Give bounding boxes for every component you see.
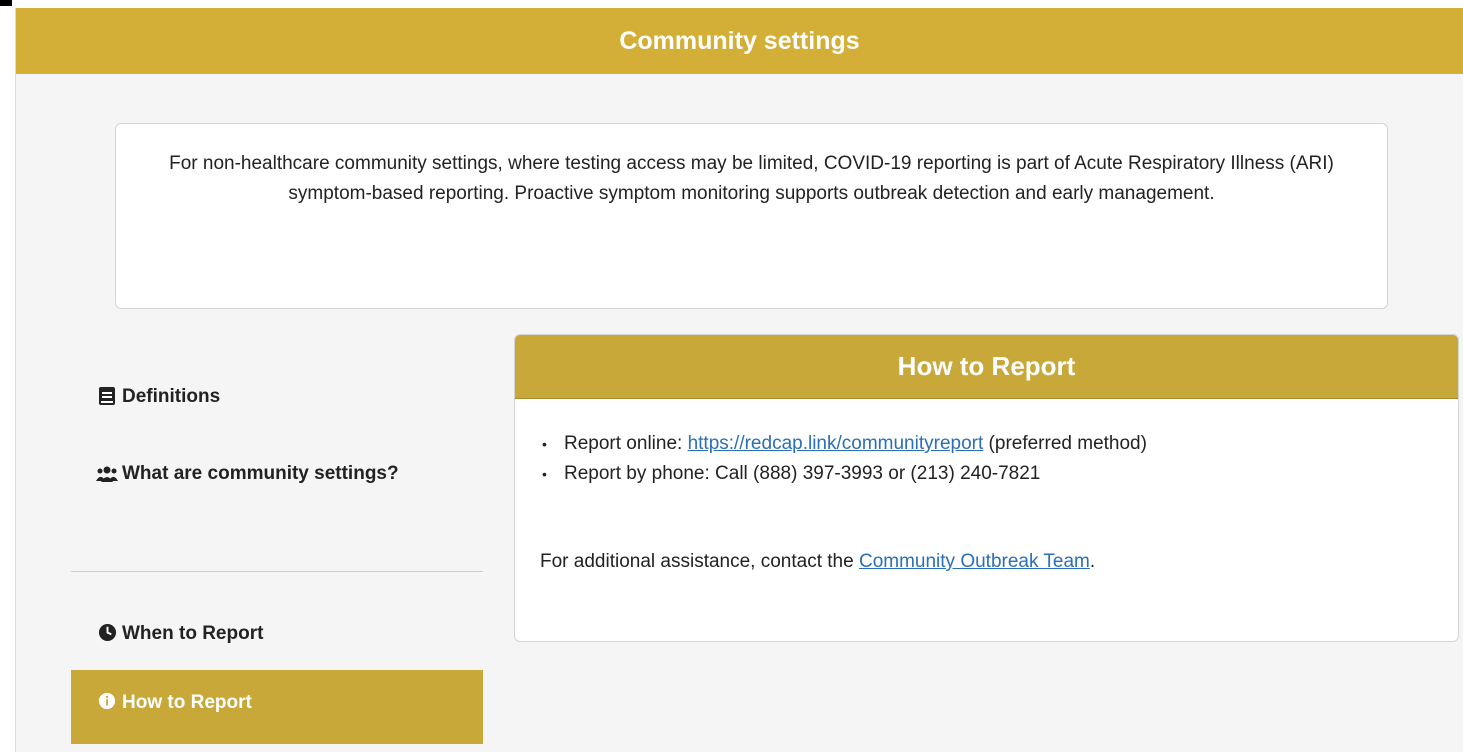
bullet: • [542, 436, 547, 452]
nav-item-how-to-report[interactable]: How to Report [71, 670, 483, 744]
intro-text: For non-healthcare community settings, w… [169, 153, 1334, 204]
list-item: • Report online: https://redcap.link/com… [540, 429, 1458, 459]
online-suffix: (preferred method) [983, 433, 1147, 454]
assistance-text: For additional assistance, contact the C… [540, 551, 1458, 573]
nav-item-when-to-report[interactable]: When to Report [96, 623, 263, 645]
users-icon [96, 465, 118, 483]
card-header: How to Report [515, 335, 1458, 399]
community-settings-panel: Community settings For non-healthcare co… [15, 8, 1463, 752]
bullet: • [542, 466, 547, 482]
assist-suffix: . [1089, 551, 1096, 572]
intro-box: For non-healthcare community settings, w… [115, 123, 1388, 309]
phone-text: Report by phone: Call (888) 397-3993 or … [564, 463, 1041, 484]
top-marker [0, 0, 12, 6]
assist-prefix: For additional assistance, contact the [540, 551, 859, 572]
nav-item-what-are-community-settings[interactable]: What are community settings? [96, 458, 416, 490]
report-methods-list: • Report online: https://redcap.link/com… [540, 429, 1458, 489]
online-prefix: Report online: [564, 433, 688, 454]
community-outbreak-team-link[interactable]: Community Outbreak Team [859, 551, 1090, 572]
info-icon [96, 692, 118, 710]
nav-divider [71, 571, 483, 572]
redcap-link[interactable]: https://redcap.link/communityreport [688, 433, 984, 454]
nav-item-label: What are community settings? [96, 458, 399, 490]
top-strip [0, 0, 1463, 8]
clock-icon [96, 623, 118, 642]
page-title: Community settings [619, 26, 860, 55]
nav-item-label: How to Report [122, 692, 252, 713]
list-item: • Report by phone: Call (888) 397-3993 o… [540, 459, 1458, 489]
nav-item-definitions[interactable]: Definitions [96, 386, 220, 408]
how-to-report-card: How to Report • Report online: https://r… [514, 334, 1459, 642]
nav-item-label: Definitions [122, 386, 221, 407]
card-title: How to Report [897, 351, 1076, 381]
card-body: • Report online: https://redcap.link/com… [515, 399, 1458, 573]
book-icon [96, 386, 118, 406]
panel-header: Community settings [16, 8, 1463, 74]
nav-item-label: When to Report [122, 623, 264, 644]
